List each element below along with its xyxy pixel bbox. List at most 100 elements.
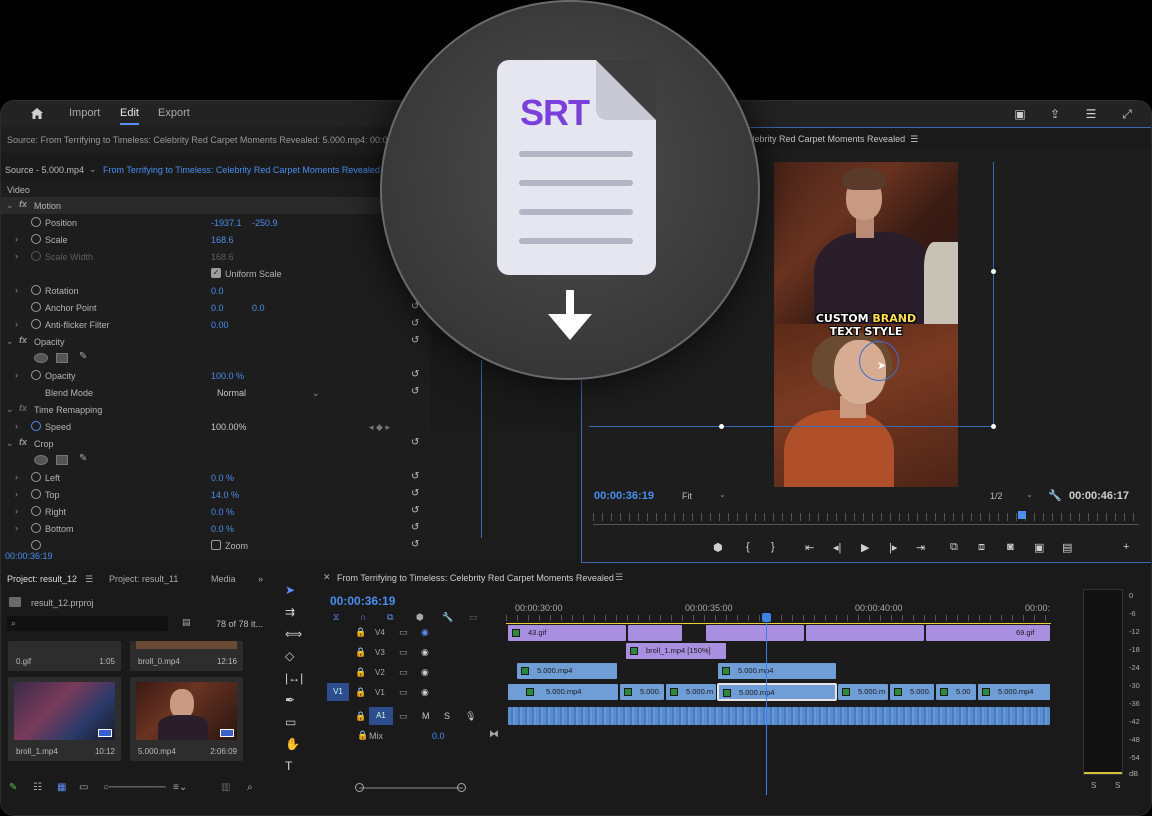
stopwatch-icon[interactable] — [31, 302, 41, 312]
razor-tool-icon[interactable]: ◇ — [285, 649, 294, 663]
reset-icon[interactable]: ↺ — [411, 318, 419, 329]
fx-icon[interactable]: fx — [19, 403, 27, 413]
ellipse-mask-icon[interactable] — [34, 455, 48, 465]
stopwatch-icon[interactable] — [31, 319, 41, 329]
blend-mode-select[interactable]: Normal — [217, 388, 246, 398]
eye-icon[interactable]: ◉ — [421, 647, 429, 658]
type-tool-icon[interactable]: T — [285, 759, 292, 773]
reset-icon[interactable]: ↺ — [411, 539, 419, 550]
reset-icon[interactable]: ↺ — [411, 437, 419, 448]
tab-project-result-12[interactable]: Project: result_12 — [7, 574, 77, 584]
step-back-icon[interactable]: ◂| — [833, 541, 841, 554]
play-icon[interactable]: ▶ — [861, 541, 869, 554]
freeform-view-icon[interactable]: ▭ — [79, 782, 88, 793]
hand-tool-icon[interactable]: ✋ — [285, 737, 300, 751]
eye-icon[interactable]: ◉ — [421, 687, 429, 698]
mark-out-icon[interactable]: } — [771, 541, 775, 553]
reset-icon[interactable]: ↺ — [411, 488, 419, 499]
timeline-clip[interactable]: 5.000.m — [665, 683, 717, 701]
timeline-clip-selected[interactable]: 5.000.mp4 — [717, 683, 837, 701]
lift-icon[interactable]: ⧉ — [950, 541, 958, 554]
program-time-ruler[interactable] — [593, 513, 1139, 521]
go-to-out-icon[interactable]: ⇥ — [916, 541, 925, 554]
crop-left-value[interactable]: 0.0 % — [211, 473, 234, 483]
chevron-right-icon[interactable]: › — [15, 319, 18, 329]
menu-import[interactable]: Import — [69, 107, 100, 119]
selection-tool-icon[interactable]: ➤ — [285, 583, 295, 597]
chevron-right-icon[interactable]: › — [15, 251, 18, 261]
pen-tool-icon[interactable]: ✒ — [285, 693, 295, 707]
menu-edit[interactable]: Edit — [120, 107, 139, 119]
timeline-clip[interactable]: 43.gif — [507, 624, 627, 642]
microphone-icon[interactable]: 🎙 — [465, 711, 476, 722]
project-item-0-gif[interactable]: 0.gif 1:05 — [8, 641, 121, 671]
chevron-right-icon[interactable]: › — [15, 506, 18, 516]
camera-icon[interactable]: ◙ — [1007, 541, 1014, 553]
keyframe-nav-icon[interactable]: ◂ ◆ ▸ — [369, 422, 390, 433]
panel-menu-icon[interactable]: ☰ — [615, 572, 623, 583]
go-to-in-icon[interactable]: ⇤ — [805, 541, 814, 554]
chevron-right-icon[interactable]: › — [15, 489, 18, 499]
uniform-scale-checkbox[interactable]: ✓ — [211, 268, 221, 278]
tab-project-result-11[interactable]: Project: result_11 — [109, 574, 178, 584]
crop-right-value[interactable]: 0.0 % — [211, 507, 234, 517]
fx-icon[interactable]: fx — [19, 199, 27, 209]
effect-crop[interactable]: ⌄ fx Crop ↺ — [1, 435, 431, 452]
project-item-broll-0[interactable]: broll_0.mp4 12:16 — [130, 641, 243, 671]
reset-icon[interactable]: ↺ — [411, 505, 419, 516]
icon-view-icon[interactable]: ▦ — [57, 782, 66, 793]
sort-icon[interactable]: ≡⌄ — [173, 782, 187, 793]
stopwatch-icon[interactable] — [31, 234, 41, 244]
timeline-clip[interactable]: 5.000. — [889, 683, 935, 701]
extract-icon[interactable]: ⧈ — [978, 541, 985, 554]
timeline-clip[interactable]: 5.000.mp4 — [516, 662, 618, 680]
workspace-menu-icon[interactable]: ☰ — [1083, 106, 1099, 122]
transform-handle[interactable] — [719, 424, 724, 429]
menu-export[interactable]: Export — [158, 107, 190, 119]
timeline-clip[interactable]: 5.000.m — [837, 683, 889, 701]
chevron-right-icon[interactable]: › — [15, 421, 18, 431]
solo-right-button[interactable]: S — [1115, 781, 1120, 790]
track-select-tool-icon[interactable]: ⇉ — [285, 605, 295, 619]
home-icon[interactable] — [29, 106, 45, 122]
resolution-select[interactable]: 1/2 — [990, 491, 1003, 501]
transform-handle[interactable] — [991, 269, 996, 274]
tab-source-clip[interactable]: Source - 5.000.mp4 — [5, 165, 84, 175]
chevron-right-icon[interactable]: › — [15, 370, 18, 380]
timeline-clip[interactable]: 5.000.mp4 — [717, 662, 837, 680]
chevron-down-icon[interactable]: ⌄ — [719, 490, 726, 499]
tab-media[interactable]: Media — [211, 574, 236, 584]
rotation-value[interactable]: 0.0 — [211, 286, 224, 296]
reset-icon[interactable]: ↺ — [411, 522, 419, 533]
mute-button[interactable]: M — [422, 711, 430, 721]
rectangle-mask-icon[interactable] — [56, 353, 68, 363]
close-icon[interactable]: ✕ — [323, 572, 331, 583]
fullscreen-icon[interactable]: ⤢ — [1119, 106, 1135, 122]
new-bin-icon[interactable]: ▤ — [182, 617, 191, 628]
source-target-v1[interactable]: V1 — [327, 683, 349, 701]
timeline-audio-clip[interactable] — [507, 706, 1051, 726]
more-tabs-icon[interactable]: » — [258, 574, 263, 584]
zoom-slider[interactable]: ○──────── — [103, 782, 166, 793]
timeline-title[interactable]: From Terrifying to Timeless: Celebrity R… — [337, 573, 614, 583]
chevron-right-icon[interactable]: › — [15, 472, 18, 482]
timeline-clip[interactable] — [805, 624, 925, 642]
chevron-right-icon[interactable]: › — [15, 523, 18, 533]
timeline-timecode[interactable]: 00:00:36:19 — [330, 594, 395, 608]
timeline-clip[interactable]: 5.000.mp4 — [977, 683, 1051, 701]
multicam-icon[interactable]: ▤ — [1062, 541, 1072, 554]
reset-icon[interactable]: ↺ — [411, 471, 419, 482]
rectangle-tool-icon[interactable]: ▭ — [285, 715, 296, 729]
reset-icon[interactable]: ↺ — [411, 335, 419, 346]
timeline-clip[interactable] — [705, 624, 805, 642]
timeline-playhead[interactable] — [762, 613, 771, 622]
chevron-right-icon[interactable]: › — [15, 285, 18, 295]
timeline-clip[interactable]: broll_1.mp4 [150%] — [625, 642, 727, 660]
lock-icon[interactable]: 🔒 — [355, 667, 366, 678]
chevron-down-icon[interactable]: ⌄ — [312, 388, 320, 399]
track-name[interactable]: A1 — [369, 707, 393, 725]
sync-lock-icon[interactable]: ▭ — [399, 687, 408, 698]
panel-menu-icon[interactable]: ☰ — [85, 574, 93, 585]
zoom-checkbox[interactable] — [211, 540, 221, 550]
scroll-handle-left[interactable] — [355, 783, 364, 792]
